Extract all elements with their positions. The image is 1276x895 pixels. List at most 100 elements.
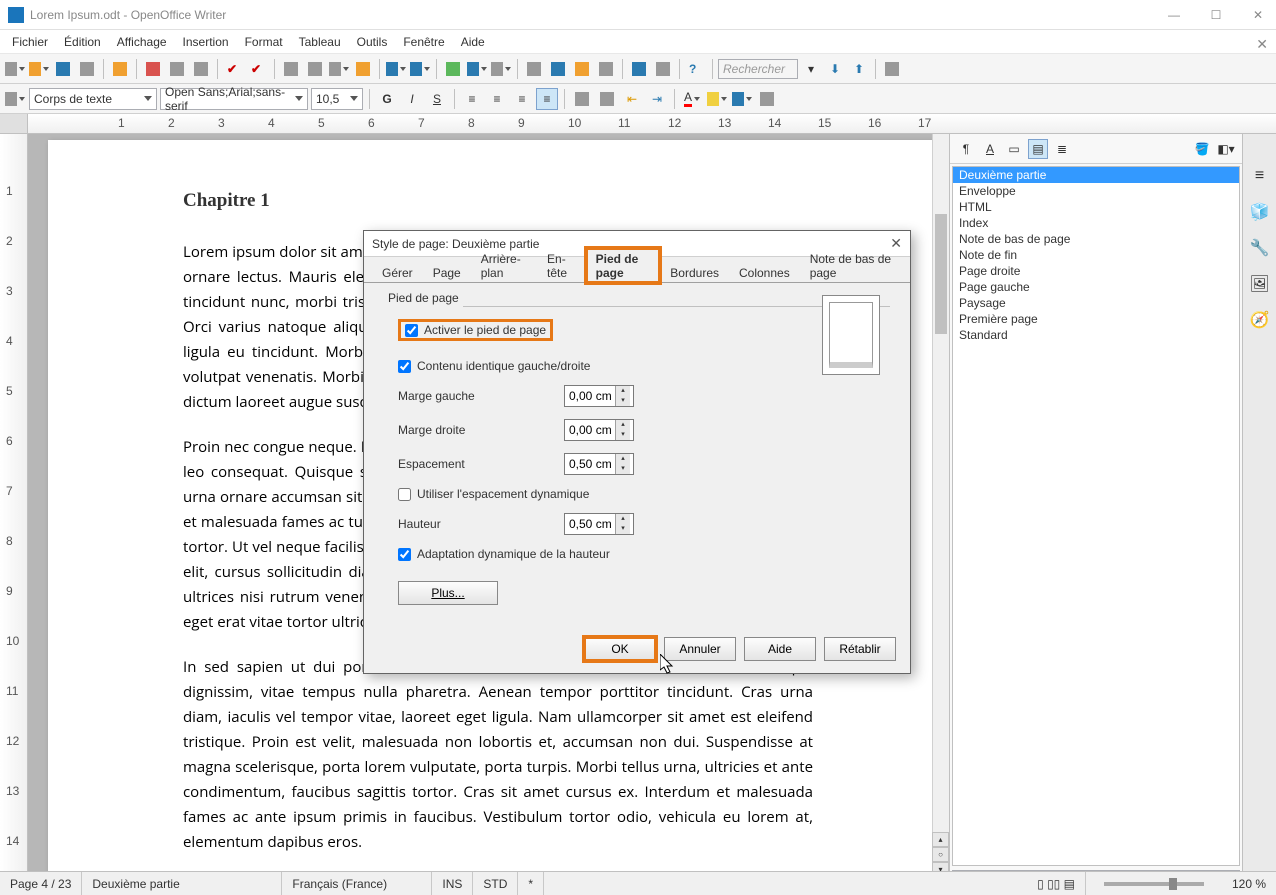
export-pdf-button[interactable] (142, 58, 164, 80)
help-button[interactable]: ? (685, 58, 707, 80)
height-spinner[interactable]: ▴▾ (564, 513, 634, 535)
character-styles-icon[interactable]: A (980, 139, 1000, 159)
redo-button[interactable] (409, 58, 431, 80)
style-item[interactable]: Index (953, 215, 1239, 231)
show-draw-button[interactable] (490, 58, 512, 80)
cut-button[interactable] (280, 58, 302, 80)
new-doc-button[interactable] (4, 58, 26, 80)
hyperlink-button[interactable] (442, 58, 464, 80)
paragraph-styles-icon[interactable]: ¶ (956, 139, 976, 159)
status-page[interactable]: Page 4 / 23 (0, 872, 82, 895)
list-styles-icon[interactable]: ≣ (1052, 139, 1072, 159)
tab-page[interactable]: Page (423, 262, 471, 283)
tab-footer[interactable]: Pied de page (586, 248, 661, 283)
bold-button[interactable]: G (376, 88, 398, 110)
tab-columns[interactable]: Colonnes (729, 262, 800, 283)
properties-panel-icon[interactable]: 🧊 (1248, 200, 1272, 224)
font-color-button[interactable]: A (681, 88, 703, 110)
more-options-button[interactable] (756, 88, 778, 110)
vertical-ruler[interactable]: 12 34 56 78 910 1112 1314 (0, 134, 28, 894)
zoom-value[interactable]: 120 % (1222, 872, 1276, 895)
bullet-list-button[interactable] (596, 88, 618, 110)
find-replace-button[interactable] (881, 58, 903, 80)
nonprinting-button[interactable] (628, 58, 650, 80)
align-justify-button[interactable]: ≡ (536, 88, 558, 110)
style-item[interactable]: Note de bas de page (953, 231, 1239, 247)
page-styles-icon[interactable]: ▤ (1028, 139, 1048, 159)
status-page-style[interactable]: Deuxième partie (82, 872, 282, 895)
decrease-indent-button[interactable]: ⇤ (621, 88, 643, 110)
style-item[interactable]: Note de fin (953, 247, 1239, 263)
autospell-button[interactable]: ✔ (247, 58, 269, 80)
status-insert-mode[interactable]: INS (432, 872, 473, 895)
vertical-scrollbar[interactable] (932, 134, 949, 894)
maximize-button[interactable]: ☐ (1206, 8, 1226, 22)
print-button[interactable] (166, 58, 188, 80)
email-button[interactable] (76, 58, 98, 80)
menu-window[interactable]: Fenêtre (395, 33, 452, 51)
dynamic-height-checkbox[interactable] (398, 548, 411, 561)
more-button[interactable]: Plus... (398, 581, 498, 605)
align-right-button[interactable]: ≡ (511, 88, 533, 110)
menu-file[interactable]: Fichier (4, 33, 56, 51)
style-item[interactable]: Première page (953, 311, 1239, 327)
insert-table-button[interactable] (466, 58, 488, 80)
reset-button[interactable]: Rétablir (824, 637, 896, 661)
menu-table[interactable]: Tableau (291, 33, 349, 51)
frame-styles-icon[interactable]: ▭ (1004, 139, 1024, 159)
style-item[interactable]: Page droite (953, 263, 1239, 279)
ok-button[interactable]: OK (584, 637, 656, 661)
gallery-panel-icon[interactable]: 🖼 (1248, 272, 1272, 296)
margin-left-spinner[interactable]: ▴▾ (564, 385, 634, 407)
open-button[interactable] (28, 58, 50, 80)
style-item[interactable]: Standard (953, 327, 1239, 343)
underline-button[interactable]: S (426, 88, 448, 110)
style-item[interactable]: Deuxième partie (953, 167, 1239, 183)
paragraph-style-combo[interactable]: Corps de texte (29, 88, 157, 110)
tab-footnote[interactable]: Note de bas de page (800, 248, 902, 283)
zoom-button[interactable] (652, 58, 674, 80)
italic-button[interactable]: I (401, 88, 423, 110)
sidebar-menu-icon[interactable]: ≡ (1248, 164, 1272, 188)
save-button[interactable] (52, 58, 74, 80)
find-button[interactable] (523, 58, 545, 80)
font-name-combo[interactable]: Open Sans;Arial;sans-serif (160, 88, 308, 110)
navigator-button[interactable] (547, 58, 569, 80)
new-style-icon[interactable]: ◧▾ (1216, 139, 1236, 159)
search-dropdown[interactable]: ▾ (800, 58, 822, 80)
numbered-list-button[interactable] (571, 88, 593, 110)
menu-tools[interactable]: Outils (349, 33, 396, 51)
bg-color-button[interactable] (731, 88, 753, 110)
style-item[interactable]: Enveloppe (953, 183, 1239, 199)
minimize-button[interactable]: — (1164, 8, 1184, 22)
spacing-spinner[interactable]: ▴▾ (564, 453, 634, 475)
zoom-slider[interactable] (1104, 882, 1204, 886)
font-size-combo[interactable]: 10,5 (311, 88, 363, 110)
nav-browse[interactable]: ○ (932, 847, 949, 862)
print-preview-button[interactable] (190, 58, 212, 80)
tab-manage[interactable]: Gérer (372, 262, 423, 283)
quick-search-input[interactable]: Rechercher (718, 59, 798, 79)
help-button[interactable]: Aide (744, 637, 816, 661)
menu-help[interactable]: Aide (453, 33, 493, 51)
close-document-button[interactable]: ✕ (1256, 36, 1268, 53)
search-next-button[interactable]: ⬆ (848, 58, 870, 80)
highlight-button[interactable] (706, 88, 728, 110)
horizontal-ruler[interactable]: 12 34 56 78 910 1112 1314 1516 17 (28, 114, 1276, 133)
datasources-button[interactable] (595, 58, 617, 80)
spellcheck-button[interactable]: ✔ (223, 58, 245, 80)
format-paintbrush-button[interactable] (352, 58, 374, 80)
style-item[interactable]: Page gauche (953, 279, 1239, 295)
edit-mode-button[interactable] (109, 58, 131, 80)
tab-borders[interactable]: Bordures (660, 262, 729, 283)
tab-background[interactable]: Arrière-plan (471, 248, 537, 283)
paste-button[interactable] (328, 58, 350, 80)
align-center-button[interactable]: ≡ (486, 88, 508, 110)
status-language[interactable]: Français (France) (282, 872, 432, 895)
styles-button[interactable] (4, 88, 26, 110)
align-left-button[interactable]: ≡ (461, 88, 483, 110)
fill-format-icon[interactable]: 🪣 (1192, 139, 1212, 159)
enable-footer-checkbox[interactable] (405, 324, 418, 337)
menu-view[interactable]: Affichage (109, 33, 175, 51)
menu-insert[interactable]: Insertion (175, 33, 237, 51)
